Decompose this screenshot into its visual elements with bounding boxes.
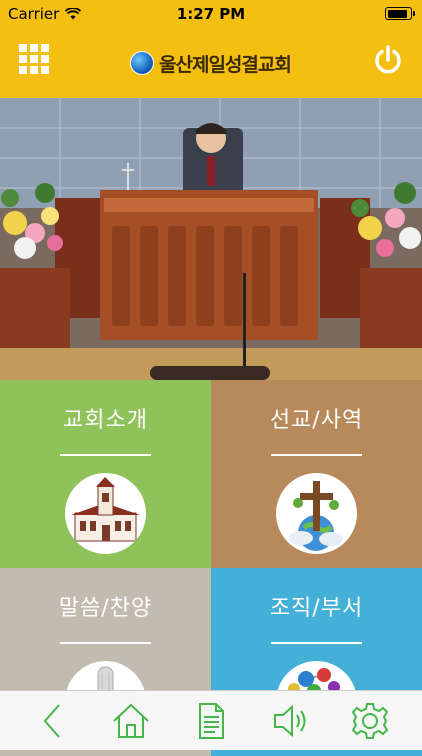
app-header: 울산제일성결교회 [0, 28, 422, 98]
settings-gear-icon[interactable] [350, 701, 390, 741]
globe-icon [130, 51, 154, 75]
tile-mission-ministry[interactable]: 선교/사역 [211, 380, 422, 568]
grid-cell [41, 55, 49, 63]
power-button[interactable] [372, 44, 404, 76]
battery-icon [385, 7, 415, 20]
sermon-photo [0, 98, 422, 380]
grid-cell [30, 55, 38, 63]
church-logo: 울산제일성결교회 [130, 48, 292, 78]
back-icon[interactable] [33, 701, 73, 741]
battery-fill [387, 9, 408, 18]
cross-globe-icon [276, 473, 357, 554]
tile-divider [271, 642, 362, 644]
speaker-icon[interactable] [271, 701, 311, 741]
grid-menu-button[interactable] [19, 44, 49, 74]
home-icon[interactable] [111, 701, 151, 741]
status-bar: Carrier 1:27 PM [0, 0, 422, 28]
grid-cell [41, 44, 49, 52]
status-time: 1:27 PM [176, 5, 246, 23]
grid-cell [19, 66, 27, 74]
tile-divider [271, 454, 362, 456]
tile-title: 조직/부서 [269, 596, 364, 621]
document-icon[interactable] [191, 701, 231, 741]
tile-divider [60, 642, 151, 644]
tile-title: 말씀/찬양 [58, 596, 153, 621]
grid-cell [19, 55, 27, 63]
grid-cell [41, 66, 49, 74]
bottom-tab-bar [0, 690, 422, 750]
church-building-icon [65, 473, 146, 554]
grid-cell [19, 44, 27, 52]
tile-church-intro[interactable]: 교회소개 [0, 380, 211, 568]
grid-cell [30, 44, 38, 52]
logo-text: 울산제일성결교회 [159, 53, 292, 76]
hero-banner[interactable] [0, 98, 422, 380]
grid-cell [30, 66, 38, 74]
tile-divider [60, 454, 151, 456]
tile-title: 선교/사역 [269, 408, 364, 433]
tile-title: 교회소개 [63, 408, 148, 433]
